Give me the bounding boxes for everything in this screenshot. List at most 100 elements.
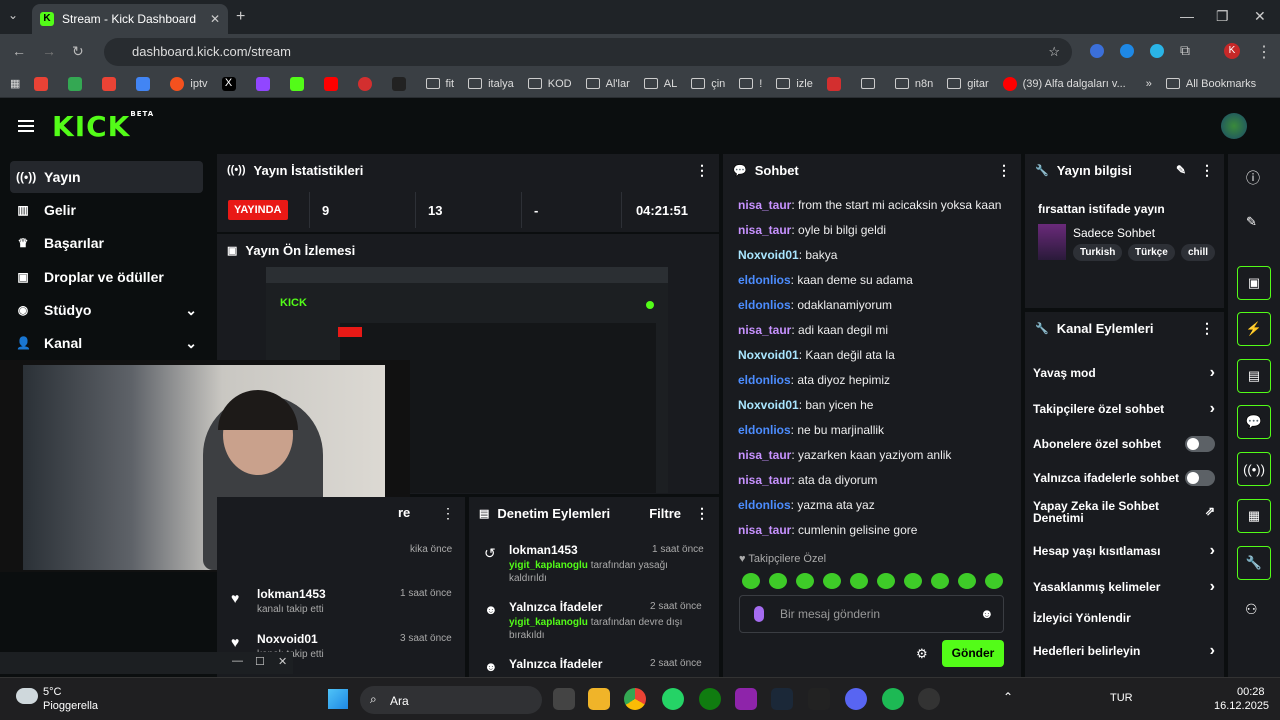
chat-input[interactable]: Bir mesaj gönderin ☻ [739,595,1004,633]
toggle-switch[interactable] [1185,436,1215,452]
tray-chevron-icon[interactable]: ⌃ [1003,690,1013,704]
bookmark-star-icon[interactable]: ☆ [1048,38,1060,66]
preview-toggle-button[interactable]: ▣ [1237,266,1271,300]
extension-icon[interactable] [1120,44,1134,58]
bookmark-folder[interactable]: AL [643,78,677,90]
tag-pill[interactable]: chill [1181,244,1216,261]
all-bookmarks[interactable]: All Bookmarks [1165,78,1256,90]
activity-user[interactable]: Noxvoid01 [257,632,318,646]
more-icon[interactable]: ⋮ [441,505,455,522]
new-tab-icon[interactable]: + [236,8,245,26]
bookmark-youtube[interactable]: (39) Alfa dalgaları v... [1002,76,1126,91]
folder-icon[interactable] [860,78,875,89]
emote-icon[interactable] [769,573,787,589]
browser-tab[interactable]: K Stream - Kick Dashboard ✕ [32,4,228,34]
bookmark-folder[interactable]: n8n [894,78,933,90]
kick-icon[interactable] [289,76,304,91]
extensions-puzzle-icon[interactable]: ⧉ [1180,42,1190,59]
chat-username[interactable]: eldonlios [738,273,791,287]
send-button[interactable]: Gönder [942,640,1004,667]
info-icon[interactable]: ⓘ [1246,168,1260,188]
steam-icon[interactable] [771,688,793,710]
minimize-icon[interactable]: — [232,655,243,667]
edit-pencil-icon[interactable]: ✎ [1176,163,1186,177]
action-slow-mode[interactable]: Yavaş mod › [1033,364,1215,382]
chat-username[interactable]: eldonlios [738,298,791,312]
emote-icon[interactable] [823,573,841,589]
chat-username[interactable]: Noxvoid01 [738,348,799,362]
more-icon[interactable]: ⋮ [1200,162,1214,179]
chat-toggle-button[interactable]: 💬 [1237,405,1271,439]
clock-time[interactable]: 00:28 [1237,686,1265,698]
stats-toggle-button[interactable]: ((•)) [1237,452,1271,486]
sidebar-item-basarilar[interactable]: ♛ Başarılar [10,227,203,259]
bookmark-icon[interactable] [34,76,49,91]
bookmark-icon[interactable] [391,76,406,91]
activity-user[interactable]: lokman1453 [257,587,326,601]
bookmark-folder[interactable]: fit [425,78,454,90]
mod-item-title[interactable]: Yalnızca İfadeler [509,657,602,671]
more-bookmarks-icon[interactable]: » [1146,78,1152,90]
action-ai-moderation[interactable]: Yapay Zeka ile Sohbet Denetimi ⇗ [1033,500,1215,524]
toggle-switch[interactable] [1185,470,1215,486]
youtube-icon[interactable] [323,76,338,91]
taskbar-search[interactable]: ⌕ Ara [360,686,542,714]
chat-username[interactable]: Noxvoid01 [738,248,799,262]
clock-date[interactable]: 16.12.2025 [1214,700,1269,712]
chat-username[interactable]: nisa_taur [738,473,791,487]
file-explorer-icon[interactable] [588,688,610,710]
more-icon[interactable]: ⋮ [1200,320,1214,337]
emote-icon[interactable] [958,573,976,589]
settings-gear-icon[interactable]: ⚙ [916,646,928,662]
action-goals[interactable]: Hedefleri belirleyin › [1033,642,1215,660]
maximize-icon[interactable]: ☐ [255,655,265,668]
translate-icon[interactable] [136,76,151,91]
windows-start-icon[interactable] [328,689,348,709]
chat-username[interactable]: eldonlios [738,498,791,512]
task-view-icon[interactable] [553,688,575,710]
apps-icon[interactable]: ▦ [10,77,20,90]
action-emotes-only[interactable]: Yalnızca ifadelerle sohbet [1033,470,1215,486]
more-icon[interactable]: ⋮ [997,162,1011,179]
menu-icon[interactable] [18,120,34,132]
bookmark-folder[interactable]: KOD [527,78,572,90]
twitch-icon[interactable] [255,76,270,91]
emote-icon[interactable] [904,573,922,589]
tab-search-icon[interactable]: ⌄ [8,8,18,22]
extension-icon[interactable] [1090,44,1104,58]
maps-icon[interactable] [68,76,83,91]
bookmark-folder[interactable]: Al'lar [585,78,630,90]
action-host[interactable]: İzleyici Yönlendir [1033,611,1215,625]
emote-icon[interactable] [742,573,760,589]
emote-icon[interactable] [850,573,868,589]
kick-logo[interactable]: KICKBETA [52,110,154,143]
tag-pill[interactable]: Turkish [1073,244,1123,261]
chat-username[interactable]: eldonlios [738,373,791,387]
bookmark-folder[interactable]: gitar [947,78,989,90]
chat-username[interactable]: eldonlios [738,423,791,437]
more-icon[interactable]: ⋮ [695,162,709,179]
emoji-picker-icon[interactable]: ☻ [980,606,994,621]
minimize-icon[interactable]: — [1180,8,1194,24]
bookmark-folder[interactable]: ! [739,78,762,90]
back-icon[interactable]: ← [12,43,26,59]
maximize-icon[interactable]: ❐ [1216,8,1229,25]
mic-icon[interactable] [754,606,764,622]
weather-cloud-icon[interactable] [16,688,38,704]
action-account-age[interactable]: Hesap yaşı kısıtlaması › [1033,542,1215,560]
app-icon[interactable] [735,688,757,710]
sidebar-item-yayin[interactable]: ((•)) Yayın [10,161,203,193]
discord-icon[interactable] [845,688,867,710]
chat-username[interactable]: nisa_taur [738,323,791,337]
mod-item-title[interactable]: lokman1453 [509,543,578,557]
bookmark-iptv[interactable]: iptv [170,76,208,91]
chat-username[interactable]: nisa_taur [738,448,791,462]
extension-icon[interactable] [1150,44,1164,58]
sidebar-item-studyo[interactable]: ◉ Stüdyo ⌄ [10,294,203,326]
close-icon[interactable]: ✕ [278,655,287,668]
sidebar-item-kanal[interactable]: 👤 Kanal ⌄ [10,327,203,359]
channel-actions-button[interactable]: 🔧 [1237,546,1271,580]
pdf-icon[interactable] [826,76,841,91]
profile-avatar[interactable]: K [1224,43,1240,59]
mod-item-title[interactable]: Yalnızca İfadeler [509,600,602,614]
